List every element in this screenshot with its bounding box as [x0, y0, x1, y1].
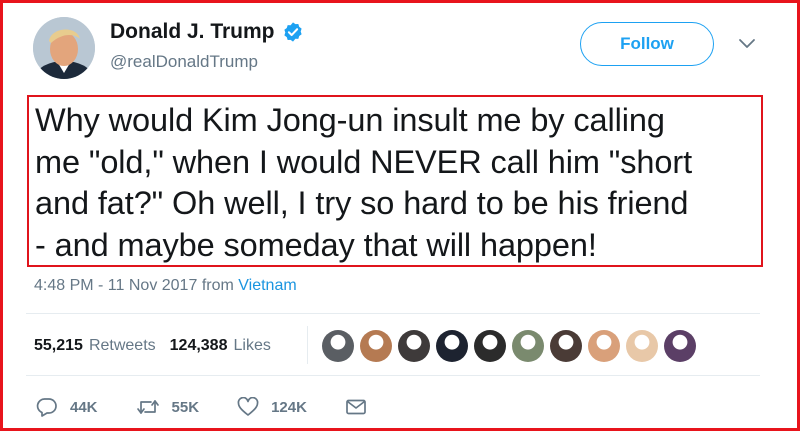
user-avatar[interactable]	[33, 17, 95, 79]
liker-avatar-5[interactable]	[474, 330, 506, 362]
liker-avatar-10[interactable]	[664, 330, 696, 362]
direct-message-button[interactable]	[345, 398, 379, 416]
tweet-timestamp[interactable]: 4:48 PM - 11 Nov 2017	[34, 277, 197, 294]
liker-avatar-7[interactable]	[550, 330, 582, 362]
divider-bottom	[26, 375, 760, 376]
tweet-location-link[interactable]: Vietnam	[238, 277, 296, 294]
liker-avatar-2[interactable]	[360, 330, 392, 362]
divider-top	[26, 313, 760, 314]
retweet-count: 55K	[171, 398, 200, 416]
stats-separator	[307, 326, 308, 364]
user-name-row: Donald J. Trump	[110, 20, 304, 44]
verified-badge-icon	[283, 22, 302, 42]
liker-avatar-3[interactable]	[398, 330, 430, 362]
retweets-label[interactable]: Retweets	[89, 337, 156, 355]
like-button[interactable]: 124K	[237, 397, 307, 417]
user-name[interactable]: Donald J. Trump	[110, 20, 275, 44]
likes-label[interactable]: Likes	[233, 337, 270, 355]
follow-button[interactable]: Follow	[580, 22, 714, 66]
retweets-count[interactable]: 55,215	[34, 337, 83, 355]
user-handle[interactable]: @realDonaldTrump	[110, 52, 258, 72]
heart-icon	[237, 397, 259, 416]
reply-count: 44K	[70, 398, 98, 416]
tweet-meta: 4:48 PM - 11 Nov 2017 from Vietnam	[34, 277, 297, 295]
retweet-icon	[136, 400, 159, 414]
liker-avatar-1[interactable]	[322, 330, 354, 362]
liker-avatar-4[interactable]	[436, 330, 468, 362]
tweet-text-highlight: Why would Kim Jong-un insult me by calli…	[27, 95, 763, 267]
likes-count[interactable]: 124,388	[170, 337, 228, 355]
liker-avatar-9[interactable]	[626, 330, 658, 362]
reply-icon	[36, 398, 57, 417]
tweet-text: Why would Kim Jong-un insult me by calli…	[35, 102, 692, 263]
tweet-from-label: from	[201, 277, 234, 294]
tweet-actions: 44K 55K 124K	[36, 397, 417, 417]
liker-avatar-8[interactable]	[588, 330, 620, 362]
retweet-button[interactable]: 55K	[136, 397, 200, 417]
liker-avatar-6[interactable]	[512, 330, 544, 362]
reply-button[interactable]: 44K	[36, 397, 98, 417]
chevron-down-icon[interactable]	[736, 36, 758, 52]
envelope-icon	[346, 399, 366, 415]
like-count: 124K	[271, 398, 307, 416]
liker-avatars	[322, 330, 702, 362]
tweet-stats: 55,215 Retweets 124,388 Likes	[34, 337, 271, 355]
